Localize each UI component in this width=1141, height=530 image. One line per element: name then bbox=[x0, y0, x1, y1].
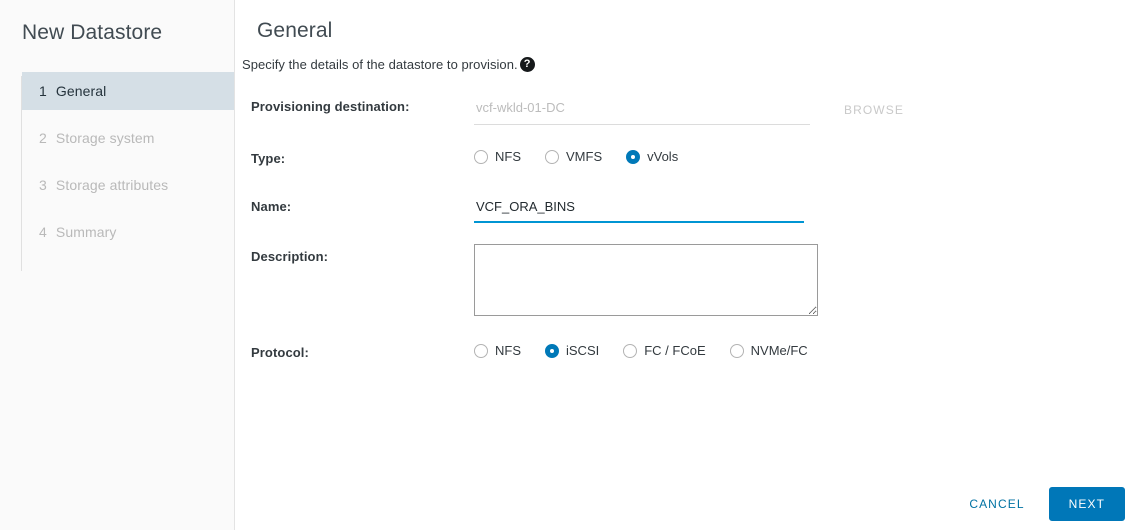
page-subtitle-row: Specify the details of the datastore to … bbox=[235, 44, 1141, 72]
sidebar-step-summary[interactable]: 4 Summary bbox=[22, 213, 234, 251]
protocol-radio-group: NFS iSCSI FC / FCoE NVMe/FC bbox=[474, 340, 1141, 358]
new-datastore-wizard: New Datastore 1 General 2 Storage system… bbox=[0, 0, 1141, 530]
protocol-radio-fc-fcoe[interactable]: FC / FCoE bbox=[623, 343, 706, 358]
provisioning-destination-input[interactable] bbox=[474, 94, 810, 125]
browse-button[interactable]: BROWSE bbox=[838, 99, 910, 121]
type-control: NFS VMFS vVols bbox=[474, 146, 1141, 164]
radio-circle-icon bbox=[545, 149, 559, 164]
description-label: Description: bbox=[251, 249, 329, 264]
next-button[interactable]: NEXT bbox=[1048, 487, 1125, 521]
radio-circle-icon bbox=[729, 343, 744, 358]
radio-circle-selected-icon bbox=[545, 343, 559, 358]
radio-label: iSCSI bbox=[566, 343, 600, 358]
protocol-radio-iscsi[interactable]: iSCSI bbox=[545, 343, 599, 358]
page-subtitle: Specify the details of the datastore to … bbox=[242, 57, 518, 72]
protocol-control: NFS iSCSI FC / FCoE NVMe/FC bbox=[474, 340, 1141, 358]
description-control bbox=[474, 244, 1141, 316]
cancel-button[interactable]: CANCEL bbox=[959, 488, 1034, 520]
datastore-form: Provisioning destination: BROWSE Type: N… bbox=[235, 72, 1141, 380]
type-radio-nfs[interactable]: NFS bbox=[474, 149, 521, 164]
wizard-step-list: 1 General 2 Storage system 3 Storage att… bbox=[0, 72, 234, 271]
radio-label: NFS bbox=[495, 343, 521, 358]
radio-label: FC / FCoE bbox=[644, 343, 706, 358]
provisioning-destination-control: BROWSE bbox=[474, 94, 1141, 125]
step-label: Summary bbox=[55, 224, 117, 240]
name-input[interactable] bbox=[474, 194, 804, 223]
radio-label: vVols bbox=[647, 149, 679, 164]
form-row-type: Type: NFS VMFS vVols bbox=[251, 146, 1141, 194]
step-number: 4 bbox=[39, 224, 47, 240]
radio-label: NVMe/FC bbox=[750, 343, 808, 358]
step-label: Storage attributes bbox=[55, 177, 169, 193]
radio-label: NFS bbox=[495, 149, 521, 164]
description-textarea[interactable] bbox=[474, 244, 818, 316]
page-title: General bbox=[257, 19, 333, 42]
radio-circle-icon bbox=[474, 343, 488, 358]
step-label: General bbox=[55, 83, 107, 99]
type-radio-vvols[interactable]: vVols bbox=[626, 149, 678, 164]
sidebar-step-general[interactable]: 1 General bbox=[22, 72, 234, 110]
wizard-footer: CANCEL NEXT bbox=[959, 487, 1125, 521]
step-number: 1 bbox=[39, 83, 47, 99]
sidebar-step-storage-attributes[interactable]: 3 Storage attributes bbox=[22, 166, 234, 204]
protocol-radio-nfs[interactable]: NFS bbox=[474, 343, 521, 358]
protocol-label: Protocol: bbox=[251, 345, 309, 360]
sidebar-step-storage-system[interactable]: 2 Storage system bbox=[22, 119, 234, 157]
radio-circle-icon bbox=[474, 149, 488, 164]
type-label: Type: bbox=[251, 151, 286, 166]
step-number: 3 bbox=[39, 177, 47, 193]
radio-circle-icon bbox=[623, 343, 638, 358]
wizard-title: New Datastore bbox=[22, 21, 163, 44]
wizard-main-panel: General Specify the details of the datas… bbox=[235, 0, 1141, 530]
wizard-sidebar: New Datastore 1 General 2 Storage system… bbox=[0, 0, 235, 530]
form-row-description: Description: bbox=[251, 244, 1141, 340]
step-label: Storage system bbox=[55, 130, 155, 146]
type-radio-group: NFS VMFS vVols bbox=[474, 146, 1141, 164]
step-rail-divider bbox=[21, 76, 22, 271]
protocol-radio-nvme-fc[interactable]: NVMe/FC bbox=[729, 343, 808, 358]
step-number: 2 bbox=[39, 130, 47, 146]
type-radio-vmfs[interactable]: VMFS bbox=[545, 149, 602, 164]
form-row-provisioning-destination: Provisioning destination: BROWSE bbox=[251, 94, 1141, 146]
radio-circle-selected-icon bbox=[626, 149, 641, 164]
form-row-name: Name: bbox=[251, 194, 1141, 244]
help-circle-icon[interactable]: ? bbox=[519, 57, 535, 72]
name-control bbox=[474, 194, 1141, 223]
provisioning-destination-label: Provisioning destination: bbox=[251, 99, 410, 114]
radio-label: VMFS bbox=[566, 149, 603, 164]
form-row-protocol: Protocol: NFS iSCSI FC / FCoE NVMe/FC bbox=[251, 340, 1141, 380]
name-label: Name: bbox=[251, 199, 292, 214]
